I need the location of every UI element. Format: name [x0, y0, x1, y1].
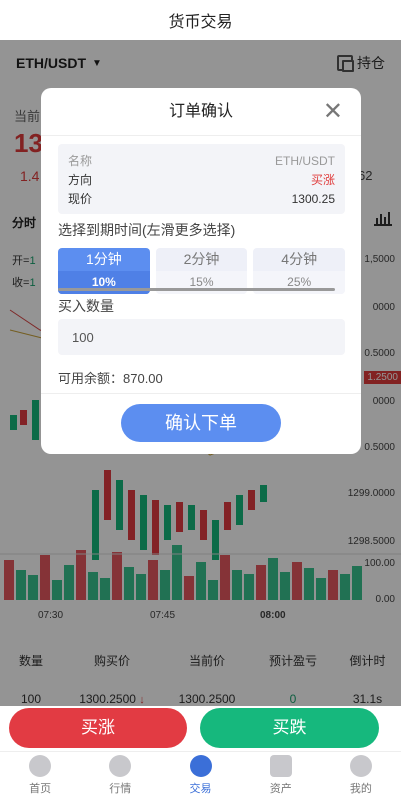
trade-actions: 买涨 买跌 [0, 706, 401, 750]
page-title: 货币交易 [168, 14, 233, 31]
bottom-tabbar: 首页 行情 交易 资产 我的 [0, 751, 401, 799]
tab-home[interactable]: 首页 [0, 752, 80, 799]
tab-profile[interactable]: 我的 [321, 752, 401, 799]
buy-down-button[interactable]: 买跌 [200, 708, 379, 748]
quantity-label: 买入数量 [58, 298, 114, 314]
tab-market[interactable]: 行情 [80, 752, 160, 799]
modal-title: 订单确认 [41, 88, 361, 136]
buy-up-button[interactable]: 买涨 [9, 708, 187, 748]
info-row-price: 现价 1300.25 [68, 192, 335, 206]
trade-icon [189, 755, 212, 777]
close-icon[interactable]: ✕ [323, 100, 343, 124]
order-confirm-modal: 订单确认 ✕ 名称 ETH/USDT 方向 买涨 现价 1300.25 选择到期… [41, 88, 361, 454]
order-info-box: 名称 ETH/USDT 方向 买涨 现价 1300.25 [58, 144, 345, 214]
market-trend-icon [109, 755, 132, 777]
available-balance: 可用余额：870.00 [58, 371, 163, 386]
page-header: 货币交易 [0, 0, 401, 40]
info-row-direction: 方向 买涨 [68, 173, 335, 187]
tab-assets[interactable]: 资产 [241, 752, 321, 799]
user-icon [349, 755, 372, 777]
confirm-order-button[interactable]: 确认下单 [121, 404, 281, 442]
home-icon [29, 755, 52, 777]
duration-scrollbar[interactable] [58, 288, 335, 291]
quantity-input[interactable] [58, 319, 345, 355]
expiry-label: 选择到期时间(左滑更多选择) [58, 222, 236, 238]
wallet-icon [269, 755, 292, 777]
divider [41, 393, 361, 394]
tab-trade[interactable]: 交易 [160, 752, 240, 799]
info-row-name: 名称 ETH/USDT [68, 154, 335, 168]
